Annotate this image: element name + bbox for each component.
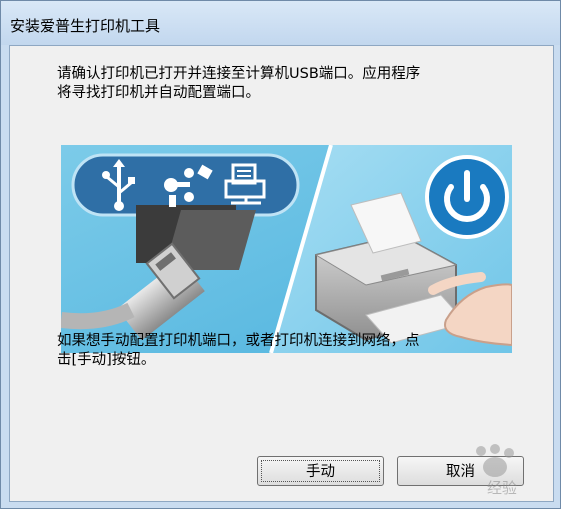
title-bar[interactable]: 安装爱普生打印机工具 xyxy=(1,1,560,45)
installer-dialog: 安装爱普生打印机工具 请确认打印机已打开并连接至计算机USB端口。应用程序 将寻… xyxy=(0,0,561,509)
manual-config-hint: 如果想手动配置打印机端口，或者打印机连接到网络，点 击[手动]按钮。 xyxy=(57,333,420,368)
power-icon xyxy=(425,155,509,239)
watermark-text: 经验 xyxy=(487,479,517,497)
watermark-logo: 经验 xyxy=(421,441,551,501)
dialog-body: 请确认打印机已打开并连接至计算机USB端口。应用程序 将寻找打印机并自动配置端口… xyxy=(9,45,554,502)
manual-button[interactable]: 手动 xyxy=(257,456,384,486)
instruction-text: 请确认打印机已打开并连接至计算机USB端口。应用程序 将寻找打印机并自动配置端口… xyxy=(57,66,421,101)
window-title: 安装爱普生打印机工具 xyxy=(10,17,161,35)
connection-illustration xyxy=(61,145,512,353)
focus-indicator xyxy=(261,460,380,482)
